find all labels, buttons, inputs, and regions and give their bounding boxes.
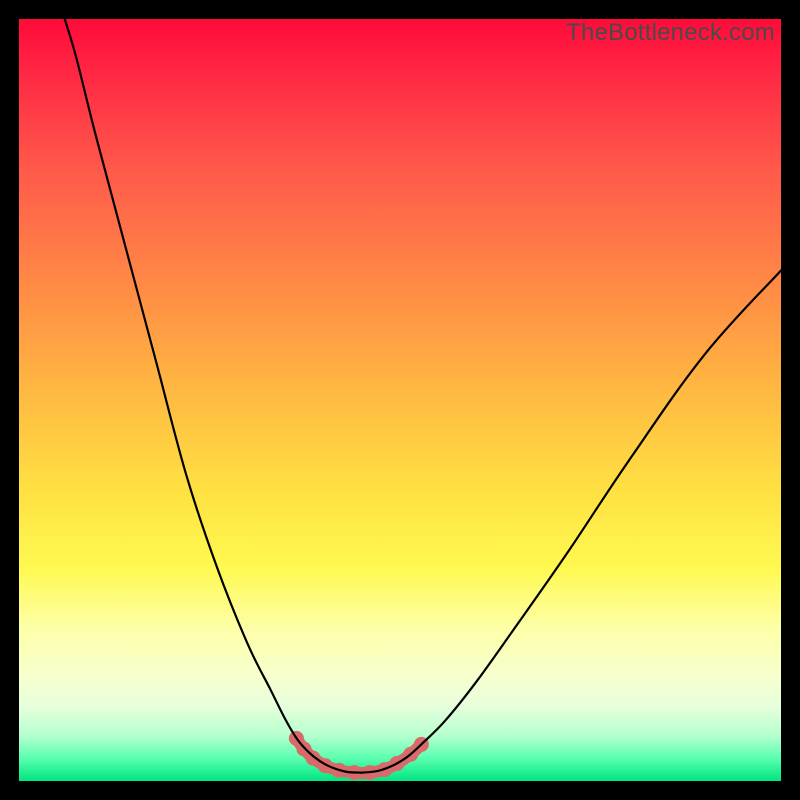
plot-area: TheBottleneck.com (19, 19, 781, 781)
right-curve (362, 270, 781, 772)
left-curve (65, 19, 362, 773)
curve-layer (19, 19, 781, 781)
chart-frame: TheBottleneck.com (0, 0, 800, 800)
